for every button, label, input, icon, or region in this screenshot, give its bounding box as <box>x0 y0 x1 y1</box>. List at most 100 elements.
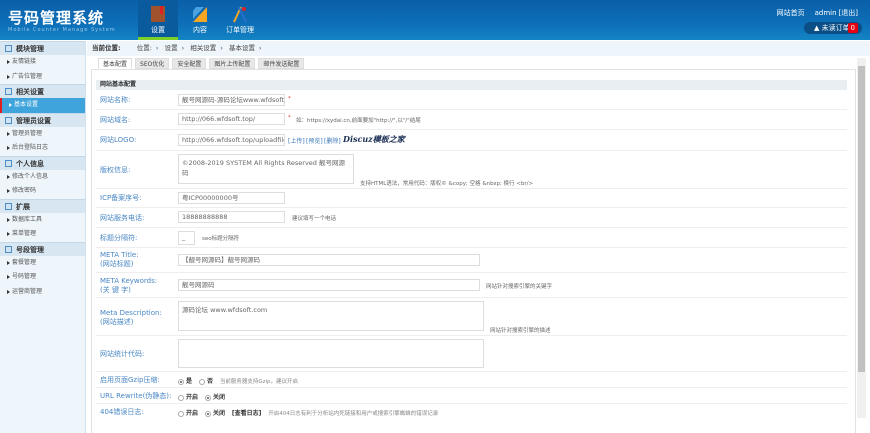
hint: 当前服务器支持Gzip，建议开启 <box>219 379 299 385</box>
unread-count-badge: 0 <box>847 23 858 33</box>
hint: 网站针对搜索引擎的描述 <box>490 328 551 334</box>
sidebar-group[interactable]: 管理员设置 <box>0 112 85 127</box>
preview-link[interactable]: [预览] <box>306 136 323 145</box>
row-site-name: 网站名称: 靓号网源码-源码论坛www.wfdsoft. * <box>96 91 847 110</box>
sidebar-item[interactable]: 管理员管理 <box>0 127 85 142</box>
nav-label: 内容 <box>193 26 207 34</box>
breadcrumb: 当前位置: 位置: › 设置 › 相关设置 › 基本设置 › <box>87 41 870 56</box>
tab-seo[interactable]: SEO优化 <box>135 58 170 69</box>
delete-link[interactable]: [删除] <box>324 136 341 145</box>
sidebar-group[interactable]: 个人信息 <box>0 155 85 170</box>
tab-image-upload[interactable]: 图片上传配置 <box>209 58 256 69</box>
label: META Title: <box>100 251 139 259</box>
sidebar-group-title: 模块管理 <box>16 45 44 53</box>
sidebar-item[interactable]: 基本设置 <box>0 98 85 113</box>
label: Meta Description: <box>100 309 162 317</box>
scrollbar-thumb[interactable] <box>858 66 865 372</box>
sidebar-group-title: 管理员设置 <box>16 116 51 125</box>
row-domain: 网站域名: http://066.wfdsoft.top/ * 如：https:… <box>96 110 847 130</box>
sidebar-group[interactable]: 扩展 <box>0 198 85 213</box>
sidebar-item[interactable]: 数据库工具 <box>0 213 85 228</box>
nav-settings[interactable]: 设置 <box>138 0 178 40</box>
unread-label: 未读订单 <box>821 24 850 32</box>
module-icon <box>5 45 12 52</box>
tab-security[interactable]: 安全配置 <box>172 58 207 69</box>
radio-label: 开启 <box>186 394 199 401</box>
radio-label: 开启 <box>186 410 199 417</box>
logo-preview-image: Discuz模板之家 <box>343 134 405 144</box>
row-meta-description: Meta Description: (网站描述) 源码论坛 www.wfdsof… <box>96 298 847 336</box>
row-meta-title: META Title: (网站标题) 【靓号网源码】靓号网源码 <box>96 248 847 273</box>
log404-on-radio[interactable]: 开启 <box>178 410 198 417</box>
sidebar-group[interactable]: 模块管理 <box>0 41 85 55</box>
sidebar-item[interactable]: 广告位管理 <box>0 70 85 85</box>
logo-input[interactable]: http://066.wfdsoft.top/uploadfile, <box>178 134 285 146</box>
icp-input[interactable]: 粤ICP00000000号 <box>178 192 285 204</box>
section-title: 网站基本配置 <box>96 80 847 90</box>
sidebar-item[interactable]: 友情链接 <box>0 55 85 70</box>
stats-code-textarea[interactable] <box>178 339 484 368</box>
row-stats-code: 网站统计代码: <box>96 336 847 372</box>
nav-orders[interactable]: 订单管理 <box>220 0 260 40</box>
tab-basic[interactable]: 基本配置 <box>98 58 133 69</box>
sidebar-group[interactable]: 号段管理 <box>0 241 85 256</box>
rewrite-off-radio[interactable]: 关闭 <box>204 394 225 401</box>
phone-input[interactable]: 18888888888 <box>178 211 285 223</box>
sidebar-item[interactable]: 运营商管理 <box>0 285 85 300</box>
app-subtitle: Mobile Counter Manage System <box>8 27 116 33</box>
breadcrumb-item[interactable]: 设置 <box>165 44 178 52</box>
label: 网站服务电话: <box>100 214 145 222</box>
separator-input[interactable]: _ <box>178 231 195 245</box>
logout-link[interactable]: [退出] <box>839 9 858 17</box>
copyright-textarea[interactable]: ©2008-2019 SYSTEM All Rights Reserved 靓号… <box>178 154 354 184</box>
row-404-log: 404错误日志: 开启 关闭 [查看日志] 开启404日志有利于分析站内死链接和… <box>96 404 847 420</box>
username: admin <box>814 9 837 17</box>
row-gzip: 启用页面Gzip压缩: 是 否 当前服务器支持Gzip，建议开启 <box>96 372 847 388</box>
book-icon <box>151 6 165 22</box>
row-icp: ICP备案序号: 粤ICP00000000号 <box>96 189 847 208</box>
domain-input[interactable]: http://066.wfdsoft.top/ <box>178 113 285 125</box>
label: 版权信息: <box>100 166 131 174</box>
breadcrumb-item: 位置: <box>136 44 152 52</box>
gzip-no-radio[interactable]: 否 <box>198 378 213 385</box>
hint: 网站针对搜索引擎的关键字 <box>486 284 553 290</box>
sidebar-item[interactable]: 菜单管理 <box>0 227 85 242</box>
gzip-yes-radio[interactable]: 是 <box>178 378 192 385</box>
rewrite-on-radio[interactable]: 开启 <box>178 394 198 401</box>
log404-off-radio[interactable]: 关闭 <box>204 410 225 417</box>
row-copyright: 版权信息: ©2008-2019 SYSTEM All Rights Reser… <box>96 151 847 189</box>
tools-icon <box>233 6 247 23</box>
unread-orders-button[interactable]: ▲ 未读订单 0 <box>804 22 862 34</box>
sidebar: 模块管理友情链接 广告位管理 相关设置 基本设置管理员设置管理员管理 后台登陆日志个人信… <box>0 41 86 433</box>
sidebar-item[interactable]: 号码管理 <box>0 270 85 285</box>
sidebar-item[interactable]: 套餐管理 <box>0 256 85 271</box>
sidebar-item[interactable]: 后台登陆日志 <box>0 141 85 156</box>
app-title: 号码管理系统 <box>8 9 105 27</box>
label: 网站名称: <box>100 96 131 104</box>
meta-title-input[interactable]: 【靓号网源码】靓号网源码 <box>178 254 480 266</box>
row-meta-keywords: META Keywords: (关 键 字) 靓号网源码 网站针对搜索引擎的关键… <box>96 273 847 298</box>
view-log-link[interactable]: [查看日志] <box>232 410 262 417</box>
meta-description-textarea[interactable]: 源码论坛 www.wfdsoft.com <box>178 301 484 331</box>
site-home-link[interactable]: 网站首页 <box>777 9 805 17</box>
user-icon: ▲ <box>814 24 820 32</box>
sidebar-item[interactable]: 修改密码 <box>0 184 85 199</box>
module-icon <box>5 116 12 124</box>
hint: seo标题分隔符 <box>202 236 240 242</box>
upload-link[interactable]: [上传] <box>288 136 305 145</box>
radio-label: 否 <box>206 378 213 385</box>
site-name-input[interactable]: 靓号网源码-源码论坛www.wfdsoft. <box>178 94 285 106</box>
required-mark: * <box>288 96 291 102</box>
tab-mail[interactable]: 邮件发送配置 <box>258 58 305 69</box>
breadcrumb-item[interactable]: 基本设置 <box>229 44 255 52</box>
label: 网站域名: <box>100 116 131 124</box>
ruler-icon <box>193 7 207 22</box>
label: 网站统计代码: <box>100 350 145 358</box>
sidebar-group-title: 个人信息 <box>16 159 44 168</box>
sidebar-item[interactable]: 修改个人信息 <box>0 170 85 185</box>
module-icon <box>5 245 12 253</box>
sidebar-group[interactable]: 相关设置 <box>0 84 85 98</box>
nav-content[interactable]: 内容 <box>180 0 220 40</box>
breadcrumb-item[interactable]: 相关设置 <box>190 44 216 52</box>
meta-keywords-input[interactable]: 靓号网源码 <box>178 279 480 291</box>
